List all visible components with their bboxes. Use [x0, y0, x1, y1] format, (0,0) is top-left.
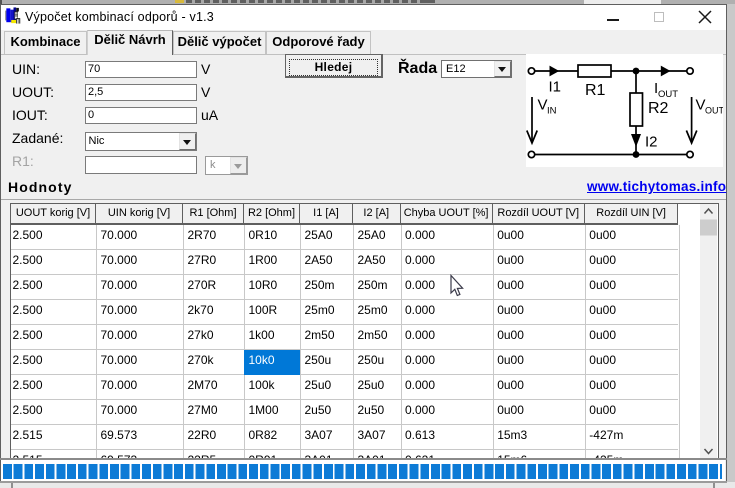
- svg-text:R1: R1: [585, 82, 606, 99]
- svg-text:V: V: [538, 97, 548, 114]
- svg-text:V: V: [696, 97, 706, 114]
- svg-text:I2: I2: [645, 134, 658, 151]
- svg-text:IN: IN: [547, 106, 557, 117]
- svg-text:OUT: OUT: [658, 89, 678, 100]
- svg-text:I1: I1: [549, 79, 562, 96]
- svg-text:OUT: OUT: [705, 106, 723, 116]
- svg-text:R2: R2: [648, 100, 669, 117]
